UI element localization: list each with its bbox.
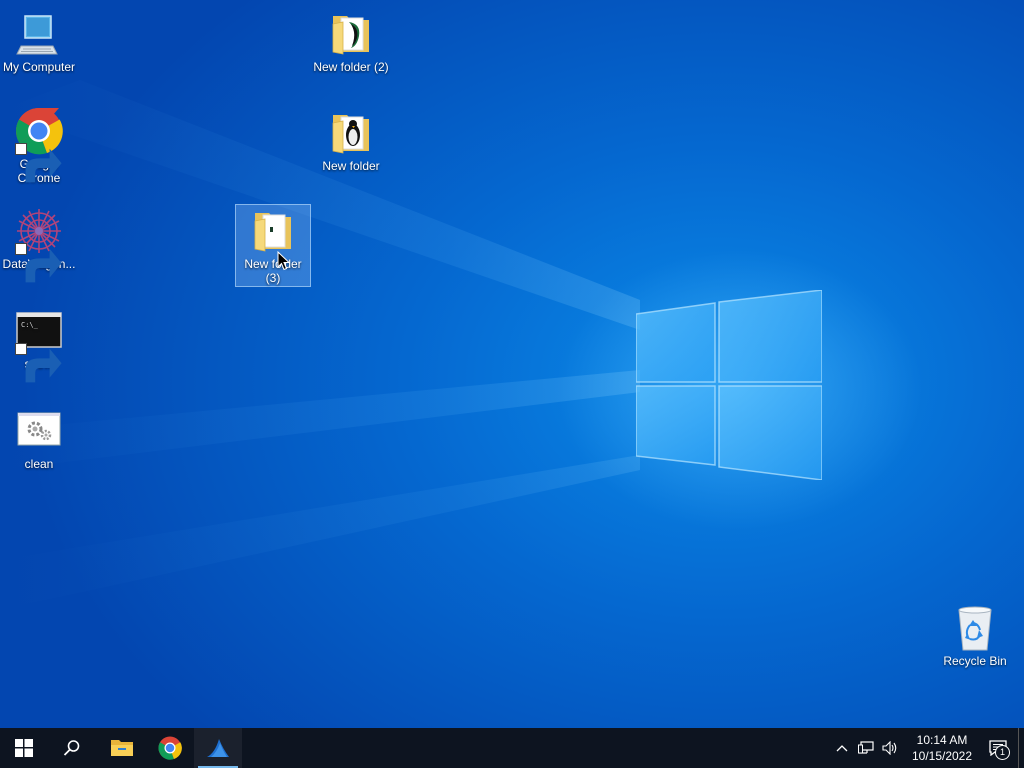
- taskbar-wireshark[interactable]: [194, 728, 242, 768]
- desktop-icon-datawagon[interactable]: DataWagon...: [1, 205, 77, 283]
- desktop-icon-clean[interactable]: clean: [1, 405, 77, 471]
- desktop-icon-label: Recycle Bin: [943, 654, 1007, 668]
- command-prompt-icon: C:\_: [15, 307, 63, 383]
- network-tray-button[interactable]: [854, 728, 878, 768]
- chrome-icon: [158, 736, 182, 760]
- desktop-icon-new-folder-3[interactable]: New folder (3): [235, 204, 311, 287]
- datawagon-icon: [15, 207, 63, 283]
- recycle-bin-icon: [951, 604, 999, 652]
- chrome-icon: [15, 107, 63, 183]
- desktop-icon-new-folder-2[interactable]: New folder (2): [313, 8, 389, 74]
- desktop[interactable]: My Computer Google Chrome: [0, 0, 1024, 728]
- network-icon: [858, 741, 874, 754]
- windows-logo-wallpaper: [636, 290, 822, 480]
- desktop-icon-my-computer[interactable]: My Computer: [1, 8, 77, 74]
- chevron-up-icon: [836, 745, 848, 752]
- mouse-cursor-icon: [277, 251, 291, 271]
- computer-icon: [15, 10, 63, 58]
- notification-count-badge: 1: [995, 745, 1010, 760]
- folder-icon: [249, 207, 297, 255]
- batch-file-gears-icon: [15, 407, 63, 455]
- taskbar-google-chrome[interactable]: [146, 728, 194, 768]
- show-desktop-button[interactable]: [1018, 728, 1024, 768]
- wallpaper-light-beams: [0, 80, 640, 610]
- svg-text:C:\_: C:\_: [21, 321, 39, 329]
- desktop-icon-google-chrome[interactable]: Google Chrome: [1, 105, 77, 185]
- shortcut-arrow-icon: [15, 343, 62, 383]
- start-button[interactable]: [0, 728, 48, 768]
- folder-icon: [111, 740, 133, 756]
- shortcut-arrow-icon: [15, 243, 62, 283]
- taskbar: 10:14 AM 10/15/2022 1: [0, 728, 1024, 768]
- shortcut-arrow-icon: [15, 143, 62, 183]
- desktop-icon-label: New folder (2): [313, 60, 389, 74]
- folder-icon: [327, 10, 375, 58]
- taskbar-clock[interactable]: 10:14 AM 10/15/2022: [906, 732, 978, 764]
- desktop-icon-label: My Computer: [2, 60, 76, 74]
- clock-time: 10:14 AM: [916, 733, 968, 747]
- desktop-icon-sethc[interactable]: C:\_ sethc: [1, 305, 77, 383]
- speaker-icon: [882, 741, 897, 755]
- search-button[interactable]: [48, 728, 96, 768]
- windows-start-icon: [15, 739, 33, 757]
- action-center-button[interactable]: 1: [978, 728, 1018, 768]
- desktop-icon-recycle-bin[interactable]: Recycle Bin: [937, 602, 1013, 668]
- search-icon: [63, 740, 80, 756]
- desktop-icon-label: New folder (3): [244, 257, 302, 285]
- desktop-icon-label: clean: [24, 457, 54, 471]
- taskbar-file-explorer[interactable]: [98, 728, 146, 768]
- volume-tray-button[interactable]: [878, 728, 902, 768]
- desktop-icon-new-folder[interactable]: New folder: [313, 107, 389, 173]
- folder-icon: [327, 109, 375, 157]
- shark-fin-icon: [207, 739, 229, 757]
- desktop-icon-label: New folder: [322, 159, 380, 173]
- system-tray: 10:14 AM 10/15/2022 1: [830, 728, 1024, 768]
- show-hidden-icons-button[interactable]: [830, 728, 854, 768]
- clock-date: 10/15/2022: [911, 749, 973, 763]
